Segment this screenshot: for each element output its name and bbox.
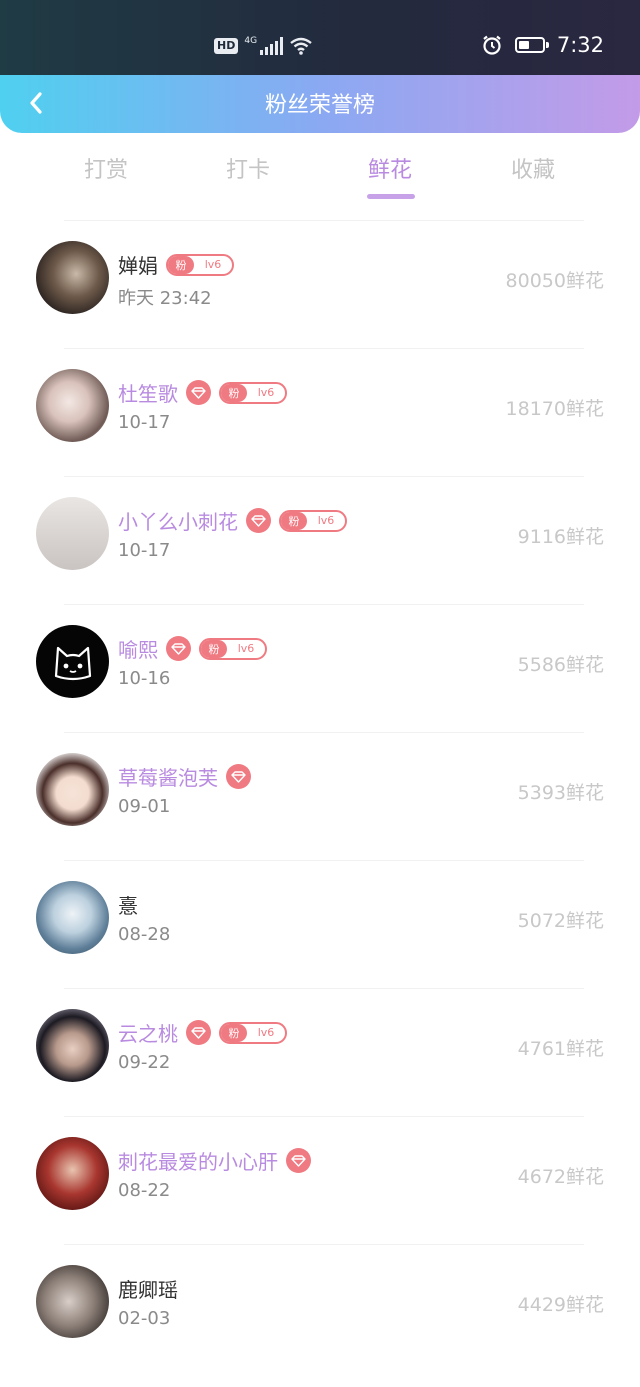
fan-level-badge: 粉 lv6 (279, 509, 347, 532)
flower-count: 80050鲜花 (505, 270, 604, 292)
signal-icon (260, 37, 284, 55)
username: 刺花最爱的小心肝 (118, 1150, 278, 1174)
tab-bar: 打赏 打卡 鲜花 收藏 (0, 140, 640, 204)
page-title: 粉丝荣誉榜 (264, 93, 375, 118)
username: 杜笙歌 (118, 382, 178, 406)
avatar[interactable] (36, 1137, 109, 1210)
tab-checkin[interactable]: 打卡 (188, 152, 308, 184)
avatar[interactable] (36, 369, 109, 442)
flower-count: 9116鲜花 (517, 526, 604, 548)
divider (64, 1244, 584, 1245)
divider (64, 476, 584, 477)
divider (64, 348, 584, 349)
diamond-icon (186, 1020, 211, 1045)
username: 喻熙 (118, 638, 158, 662)
status-right: 7:32 (481, 33, 604, 57)
wifi-icon (290, 37, 312, 55)
list-item[interactable]: 小丫么小刺花 粉 lv6 10-17 9116鲜花 (0, 476, 640, 604)
tab-favorites[interactable]: 收藏 (473, 152, 593, 184)
timestamp: 09-01 (118, 796, 171, 817)
flower-count: 5072鲜花 (517, 910, 604, 932)
alarm-icon (483, 35, 501, 55)
divider (64, 220, 584, 221)
diamond-icon (286, 1148, 311, 1173)
avatar[interactable] (36, 881, 109, 954)
username: 小丫么小刺花 (118, 510, 238, 534)
list-item[interactable]: 喻熙 粉 lv6 10-16 5586鲜花 (0, 604, 640, 732)
divider (64, 732, 584, 733)
fan-level-badge: 粉 lv6 (219, 1021, 287, 1044)
timestamp: 10-17 (118, 540, 171, 561)
list-item[interactable]: 草莓酱泡芙 09-01 5393鲜花 (0, 732, 640, 860)
flower-count: 5586鲜花 (517, 654, 604, 676)
fan-leaderboard: 婵娟 粉 lv6 昨天 23:42 80050鲜花 杜笙歌 粉 lv6 10-17 … (0, 220, 640, 1372)
avatar[interactable] (36, 241, 109, 314)
username: 憙 (118, 894, 138, 918)
hd-badge: HD (214, 38, 239, 54)
list-item[interactable]: 杜笙歌 粉 lv6 10-17 18170鲜花 (0, 348, 640, 476)
battery-icon (514, 37, 549, 53)
flower-count: 4429鲜花 (517, 1294, 604, 1316)
timestamp: 昨天 23:42 (118, 288, 212, 309)
list-item[interactable]: 云之桃 粉 lv6 09-22 4761鲜花 (0, 988, 640, 1116)
flower-count: 4672鲜花 (517, 1166, 604, 1188)
timestamp: 09-22 (118, 1052, 171, 1073)
flower-count: 18170鲜花 (505, 398, 604, 420)
clock: 7:32 (556, 33, 604, 57)
diamond-icon (186, 380, 211, 405)
flower-count: 5393鲜花 (517, 782, 604, 804)
username: 婵娟 (118, 254, 158, 278)
timestamp: 10-16 (118, 668, 171, 689)
diamond-icon (246, 508, 271, 533)
fan-level-badge: 粉 lv6 (199, 637, 267, 660)
diamond-icon (166, 636, 191, 661)
username: 草莓酱泡芙 (118, 766, 218, 790)
list-item[interactable]: 憙 08-28 5072鲜花 (0, 860, 640, 988)
username: 云之桃 (118, 1022, 178, 1046)
divider (64, 604, 584, 605)
cat-face-icon (54, 646, 91, 680)
username: 鹿卿瑶 (118, 1278, 178, 1302)
status-indicators: HD 4G (214, 36, 313, 56)
timestamp: 08-28 (118, 924, 171, 945)
diamond-icon (226, 764, 251, 789)
fan-level-badge: 粉 lv6 (219, 381, 287, 404)
avatar[interactable] (36, 1265, 109, 1338)
network-type: 4G (244, 36, 258, 46)
list-item[interactable]: 婵娟 粉 lv6 昨天 23:42 80050鲜花 (0, 220, 640, 348)
list-item[interactable]: 刺花最爱的小心肝 08-22 4672鲜花 (0, 1116, 640, 1244)
timestamp: 10-17 (118, 412, 171, 433)
divider (64, 1116, 584, 1117)
tab-reward[interactable]: 打赏 (46, 152, 166, 184)
active-tab-indicator (367, 194, 415, 199)
timestamp: 08-22 (118, 1180, 171, 1201)
avatar[interactable] (36, 625, 109, 698)
avatar[interactable] (36, 1009, 109, 1082)
header-bar: 粉丝荣誉榜 (0, 75, 640, 133)
divider (64, 860, 584, 861)
list-item[interactable]: 鹿卿瑶 02-03 4429鲜花 (0, 1244, 640, 1372)
avatar[interactable] (36, 753, 109, 826)
divider (64, 988, 584, 989)
flower-count: 4761鲜花 (517, 1038, 604, 1060)
fan-level-badge: 粉 lv6 (166, 253, 234, 276)
tab-flowers[interactable]: 鲜花 (330, 152, 450, 184)
avatar[interactable] (36, 497, 109, 570)
timestamp: 02-03 (118, 1308, 171, 1329)
